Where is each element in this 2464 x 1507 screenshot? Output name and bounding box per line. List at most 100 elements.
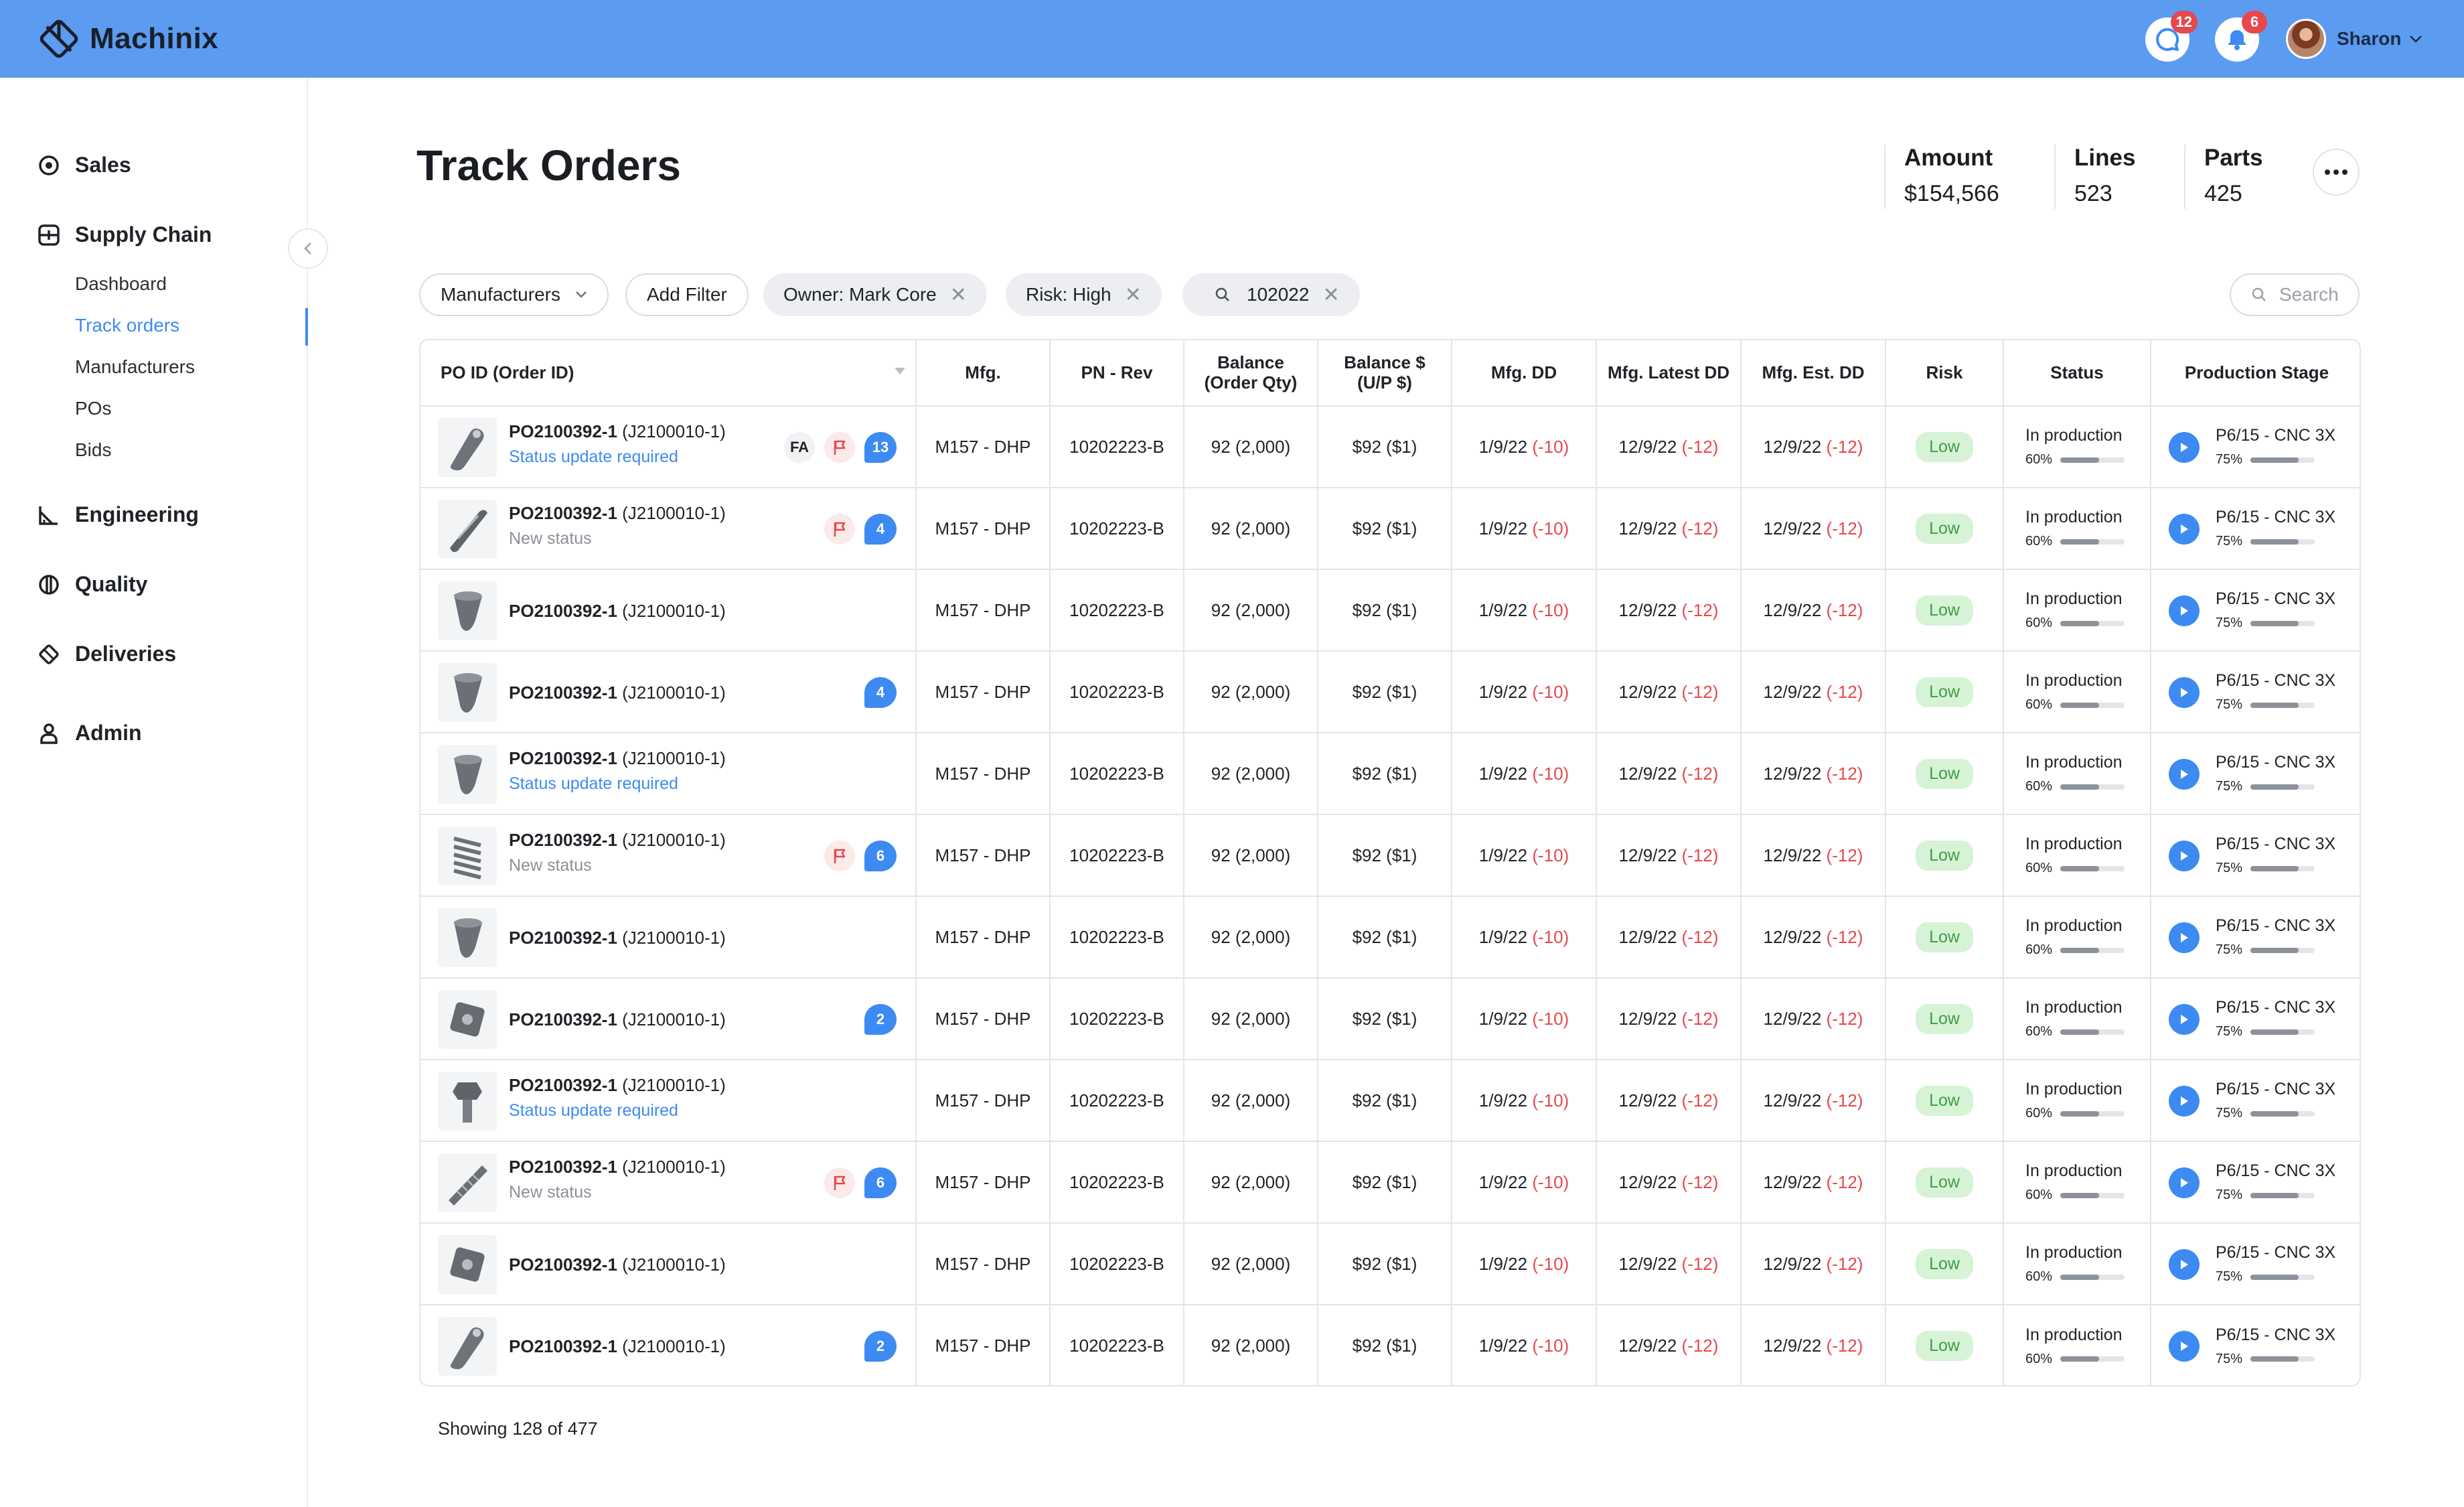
po-cell[interactable]: PO2100392-1 (J2100010-1) 2 xyxy=(420,1305,917,1385)
table-row[interactable]: PO2100392-1 (J2100010-1) Status update r… xyxy=(420,733,2360,815)
comment-count-badge[interactable]: 6 xyxy=(864,1167,897,1198)
po-status-note[interactable]: Status update required xyxy=(509,447,726,467)
notifications-button[interactable]: 6 xyxy=(2215,11,2267,62)
play-button[interactable] xyxy=(2169,1004,2200,1035)
sidebar-item-sales[interactable]: Sales xyxy=(37,153,131,177)
collapse-sidebar-button[interactable] xyxy=(288,228,328,269)
po-cell[interactable]: PO2100392-1 (J2100010-1) xyxy=(420,1223,917,1305)
col-header-pn[interactable]: PN - Rev xyxy=(1050,340,1184,407)
sidebar-item-quality[interactable]: Quality xyxy=(37,572,147,597)
po-cell[interactable]: PO2100392-1 (J2100010-1) 4 xyxy=(420,651,917,733)
sidebar-item-admin[interactable]: Admin xyxy=(37,721,142,745)
close-icon[interactable]: ✕ xyxy=(1322,283,1339,307)
add-filter-button[interactable]: Add Filter xyxy=(625,273,749,316)
play-button[interactable] xyxy=(2169,759,2200,790)
filter-chip-owner[interactable]: Owner: Mark Core ✕ xyxy=(763,273,987,316)
fa-badge[interactable]: FA xyxy=(784,432,815,463)
app-logo[interactable]: Machinix xyxy=(37,17,218,60)
sidebar-item-bids[interactable]: Bids xyxy=(75,439,111,461)
search-input[interactable]: Search xyxy=(2230,273,2360,316)
col-header-risk[interactable]: Risk xyxy=(1885,340,2004,407)
po-cell[interactable]: PO2100392-1 (J2100010-1) Status update r… xyxy=(420,1060,917,1142)
po-id[interactable]: PO2100392-1 (J2100010-1) xyxy=(509,1254,726,1275)
play-button[interactable] xyxy=(2169,514,2200,545)
po-cell[interactable]: PO2100392-1 (J2100010-1) New status 6 xyxy=(420,1141,917,1224)
po-status-note[interactable]: Status update required xyxy=(509,1101,726,1121)
play-button[interactable] xyxy=(2169,1331,2200,1362)
table-row[interactable]: PO2100392-1 (J2100010-1) Status update r… xyxy=(420,1060,2360,1142)
col-header-mfg[interactable]: Mfg. xyxy=(916,340,1051,407)
filter-chip-query[interactable]: 102022 ✕ xyxy=(1182,273,1360,316)
po-cell[interactable]: PO2100392-1 (J2100010-1) xyxy=(420,896,917,979)
close-icon[interactable]: ✕ xyxy=(1125,283,1142,307)
play-button[interactable] xyxy=(2169,432,2200,463)
sidebar-item-manufacturers[interactable]: Manufacturers xyxy=(75,356,195,378)
sidebar-item-deliveries[interactable]: Deliveries xyxy=(37,642,176,666)
play-button[interactable] xyxy=(2169,1249,2200,1280)
po-cell[interactable]: PO2100392-1 (J2100010-1) 2 xyxy=(420,978,917,1060)
po-id[interactable]: PO2100392-1 (J2100010-1) xyxy=(509,748,726,769)
table-row[interactable]: PO2100392-1 (J2100010-1) 2 M157 - DHP 10… xyxy=(420,1305,2360,1385)
comment-count-badge[interactable]: 4 xyxy=(864,677,897,708)
po-id[interactable]: PO2100392-1 (J2100010-1) xyxy=(509,503,726,524)
table-row[interactable]: PO2100392-1 (J2100010-1) New status 6 M1… xyxy=(420,1141,2360,1224)
flag-icon[interactable] xyxy=(824,1167,855,1198)
table-row[interactable]: PO2100392-1 (J2100010-1) M157 - DHP 1020… xyxy=(420,569,2360,652)
close-icon[interactable]: ✕ xyxy=(950,283,967,307)
col-header-production-stage[interactable]: Production Stage xyxy=(2151,340,2360,407)
table-row[interactable]: PO2100392-1 (J2100010-1) Status update r… xyxy=(420,406,2360,488)
col-header-mfg-est-dd[interactable]: Mfg. Est. DD xyxy=(1741,340,1886,407)
comment-count-badge[interactable]: 2 xyxy=(864,1331,897,1362)
more-options-button[interactable] xyxy=(2313,149,2360,196)
po-id[interactable]: PO2100392-1 (J2100010-1) xyxy=(509,601,726,622)
sidebar-item-supply-chain[interactable]: Supply Chain xyxy=(37,222,212,247)
comment-count-badge[interactable]: 13 xyxy=(864,432,897,463)
po-id[interactable]: PO2100392-1 (J2100010-1) xyxy=(509,421,726,442)
table-row[interactable]: PO2100392-1 (J2100010-1) M157 - DHP 1020… xyxy=(420,1223,2360,1305)
sidebar-item-pos[interactable]: POs xyxy=(75,398,111,419)
comment-count-badge[interactable]: 6 xyxy=(864,841,897,871)
sidebar-item-track-orders[interactable]: Track orders xyxy=(75,315,179,336)
po-cell[interactable]: PO2100392-1 (J2100010-1) New status 4 xyxy=(420,488,917,570)
play-button[interactable] xyxy=(2169,922,2200,953)
po-id[interactable]: PO2100392-1 (J2100010-1) xyxy=(509,830,726,851)
col-header-po[interactable]: PO ID (Order ID) xyxy=(420,340,917,407)
play-button[interactable] xyxy=(2169,595,2200,626)
po-cell[interactable]: PO2100392-1 (J2100010-1) xyxy=(420,569,917,652)
play-button[interactable] xyxy=(2169,1167,2200,1198)
table-row[interactable]: PO2100392-1 (J2100010-1) New status 4 M1… xyxy=(420,488,2360,570)
po-status-note[interactable]: New status xyxy=(509,1183,726,1202)
table-row[interactable]: PO2100392-1 (J2100010-1) 2 M157 - DHP 10… xyxy=(420,978,2360,1060)
manufacturers-dropdown[interactable]: Manufacturers xyxy=(419,273,609,316)
col-header-status[interactable]: Status xyxy=(2003,340,2151,407)
flag-icon[interactable] xyxy=(824,841,855,871)
user-menu[interactable]: Sharon xyxy=(2286,19,2422,59)
comment-count-badge[interactable]: 2 xyxy=(864,1004,897,1035)
flag-icon[interactable] xyxy=(824,514,855,545)
sidebar-item-engineering[interactable]: Engineering xyxy=(37,502,199,527)
sort-down-icon[interactable] xyxy=(894,367,906,375)
po-id[interactable]: PO2100392-1 (J2100010-1) xyxy=(509,1157,726,1177)
play-button[interactable] xyxy=(2169,677,2200,708)
col-header-mfg-latest-dd[interactable]: Mfg. Latest DD xyxy=(1596,340,1742,407)
filter-chip-risk[interactable]: Risk: High ✕ xyxy=(1006,273,1162,316)
play-button[interactable] xyxy=(2169,841,2200,871)
po-id[interactable]: PO2100392-1 (J2100010-1) xyxy=(509,1009,726,1030)
flag-icon[interactable] xyxy=(824,432,855,463)
po-status-note[interactable]: Status update required xyxy=(509,774,726,794)
comment-count-badge[interactable]: 4 xyxy=(864,514,897,545)
table-row[interactable]: PO2100392-1 (J2100010-1) New status 6 M1… xyxy=(420,814,2360,897)
po-id[interactable]: PO2100392-1 (J2100010-1) xyxy=(509,1336,726,1357)
po-cell[interactable]: PO2100392-1 (J2100010-1) Status update r… xyxy=(420,406,917,488)
po-cell[interactable]: PO2100392-1 (J2100010-1) Status update r… xyxy=(420,733,917,815)
po-id[interactable]: PO2100392-1 (J2100010-1) xyxy=(509,928,726,948)
messages-button[interactable]: 12 xyxy=(2145,11,2198,62)
col-header-balance[interactable]: Balance (Order Qty) xyxy=(1184,340,1318,407)
sidebar-item-dashboard[interactable]: Dashboard xyxy=(75,273,167,295)
table-row[interactable]: PO2100392-1 (J2100010-1) 4 M157 - DHP 10… xyxy=(420,651,2360,733)
po-id[interactable]: PO2100392-1 (J2100010-1) xyxy=(509,1075,726,1096)
col-header-balance-usd[interactable]: Balance $ (U/P $) xyxy=(1318,340,1452,407)
play-button[interactable] xyxy=(2169,1086,2200,1117)
po-cell[interactable]: PO2100392-1 (J2100010-1) New status 6 xyxy=(420,814,917,897)
po-id[interactable]: PO2100392-1 (J2100010-1) xyxy=(509,683,726,703)
